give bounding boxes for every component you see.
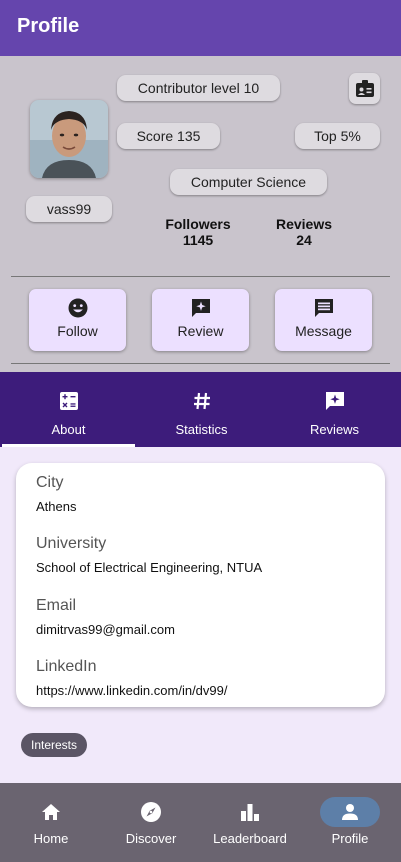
reviews-label: Reviews — [275, 216, 333, 232]
home-icon — [42, 804, 60, 820]
avatar — [30, 100, 108, 178]
top-percentile-chip: Top 5% — [295, 123, 380, 149]
reviews-stat: Reviews 24 — [268, 216, 340, 248]
tab-about[interactable]: About — [2, 372, 135, 447]
review-button[interactable]: Review — [152, 289, 249, 351]
contributor-level-chip: Contributor level 10 — [117, 75, 280, 101]
university-value: School of Electrical Engineering, NTUA — [36, 560, 263, 575]
active-tab-indicator — [2, 444, 135, 447]
nav-home-label: Home — [33, 831, 69, 846]
review-sparkle-icon — [325, 392, 344, 410]
calculator-icon — [59, 392, 78, 410]
university-label: University — [36, 535, 107, 552]
nav-profile[interactable]: Profile — [300, 783, 400, 862]
hash-icon — [193, 392, 210, 410]
message-button[interactable]: Message — [275, 289, 372, 351]
nav-leaderboard[interactable]: Leaderboard — [200, 783, 300, 862]
reviews-value: 24 — [296, 232, 312, 248]
tab-statistics-label: Statistics — [175, 422, 228, 437]
about-card: City Athens University School of Electri… — [16, 463, 385, 707]
nav-discover[interactable]: Discover — [101, 783, 201, 862]
tab-reviews[interactable]: Reviews — [268, 372, 401, 447]
compass-icon — [141, 802, 161, 822]
review-label: Review — [177, 323, 224, 339]
tab-statistics[interactable]: Statistics — [135, 372, 268, 447]
follow-button[interactable]: Follow — [29, 289, 126, 351]
linkedin-label: LinkedIn — [36, 658, 97, 675]
id-badge-icon — [355, 79, 374, 97]
nav-leaderboard-label: Leaderboard — [213, 831, 287, 846]
leaderboard-icon — [241, 804, 259, 821]
smiley-icon — [68, 298, 87, 318]
interests-chip[interactable]: Interests — [21, 733, 88, 757]
profile-header: Contributor level 10 Score 135 Top 5% Co… — [0, 56, 401, 372]
username-chip: vass99 — [26, 196, 112, 222]
follow-label: Follow — [57, 323, 98, 339]
score-chip: Score 135 — [117, 123, 220, 149]
bottom-navigation: Home Discover Leaderboard Profile — [0, 783, 401, 862]
nav-profile-label: Profile — [331, 831, 369, 846]
message-label: Message — [295, 323, 352, 339]
nav-discover-label: Discover — [125, 831, 177, 846]
active-nav-indicator — [320, 797, 380, 827]
id-badge-button[interactable] — [349, 73, 380, 104]
divider — [11, 276, 390, 277]
review-sparkle-icon — [191, 299, 210, 317]
page-title: Profile — [17, 15, 80, 37]
profile-tabs: About Statistics Reviews — [0, 372, 401, 447]
nav-home[interactable]: Home — [1, 783, 101, 862]
app-bar: Profile — [0, 0, 401, 56]
followers-stat: Followers 1145 — [158, 216, 238, 248]
followers-value: 1145 — [182, 232, 214, 248]
city-label: City — [36, 474, 64, 491]
field-chip: Computer Science — [170, 169, 327, 195]
tab-about-label: About — [51, 422, 86, 437]
linkedin-value[interactable]: https://www.linkedin.com/in/dv99/ — [36, 683, 227, 698]
email-value[interactable]: dimitrvas99@gmail.com — [36, 622, 175, 637]
email-label: Email — [36, 597, 77, 614]
person-icon — [342, 804, 358, 820]
city-value: Athens — [36, 499, 77, 514]
tab-reviews-label: Reviews — [309, 422, 360, 437]
divider — [11, 363, 390, 364]
message-icon — [314, 299, 333, 317]
followers-label: Followers — [165, 216, 231, 232]
